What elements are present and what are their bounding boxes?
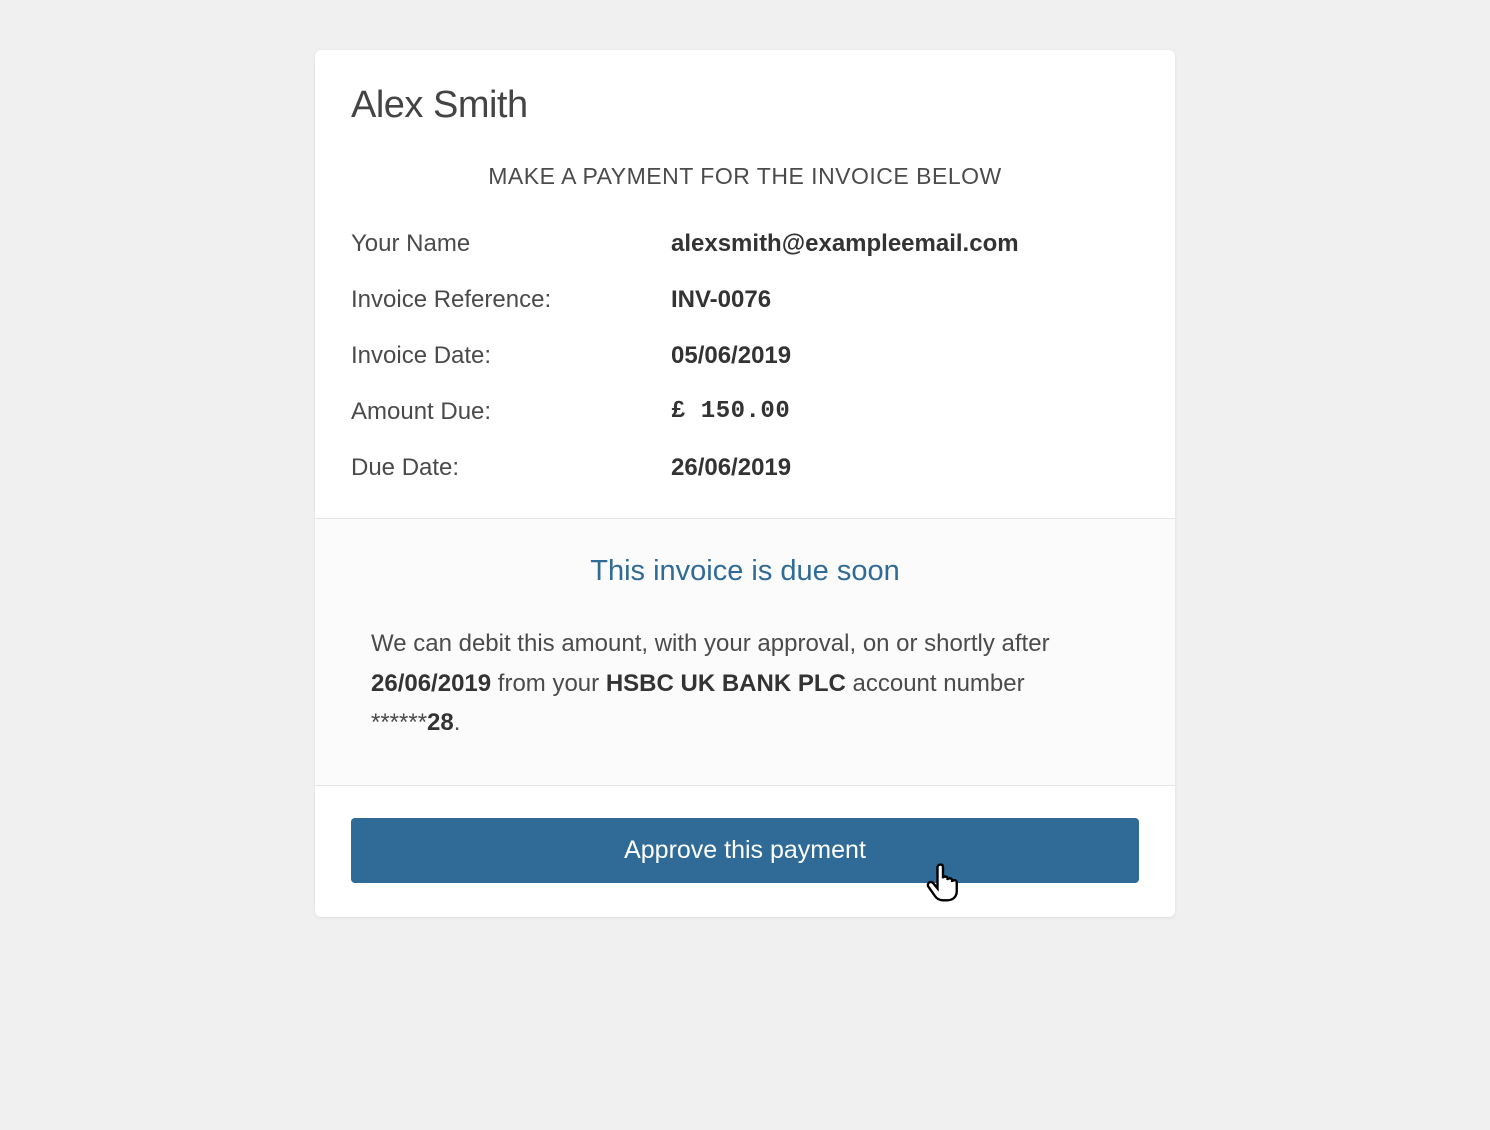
account-mask: ******: [371, 709, 427, 736]
due-date-value: 26/06/2019: [671, 454, 1139, 482]
invoice-date-label: Invoice Date:: [351, 342, 671, 370]
invoice-date-value: 05/06/2019: [671, 342, 1139, 370]
invoice-reference-label: Invoice Reference:: [351, 286, 671, 314]
status-description: We can debit this amount, with your appr…: [351, 624, 1139, 743]
action-section: Approve this payment: [315, 785, 1175, 917]
status-text-part: .: [454, 709, 461, 736]
invoice-details-grid: Your Name alexsmith@exampleemail.com Inv…: [351, 230, 1139, 482]
invoice-details-section: Alex Smith MAKE A PAYMENT FOR THE INVOIC…: [315, 50, 1175, 518]
due-date-label: Due Date:: [351, 454, 671, 482]
debit-date: 26/06/2019: [371, 670, 491, 697]
status-text-part: We can debit this amount, with your appr…: [371, 630, 1050, 657]
amount-due-value: £ 150.00: [671, 398, 1139, 426]
your-name-value: alexsmith@exampleemail.com: [671, 230, 1139, 258]
status-section: This invoice is due soon We can debit th…: [315, 518, 1175, 785]
account-last-digits: 28: [427, 709, 454, 736]
invoice-reference-value: INV-0076: [671, 286, 1139, 314]
instruction-text: MAKE A PAYMENT FOR THE INVOICE BELOW: [351, 163, 1139, 190]
customer-name: Alex Smith: [351, 84, 1139, 127]
bank-name: HSBC UK BANK PLC: [606, 670, 846, 697]
status-text-part: account number: [846, 670, 1025, 697]
amount-due-label: Amount Due:: [351, 398, 671, 426]
status-text-part: from your: [491, 670, 606, 697]
status-title: This invoice is due soon: [351, 555, 1139, 588]
your-name-label: Your Name: [351, 230, 671, 258]
approve-payment-button[interactable]: Approve this payment: [351, 818, 1139, 883]
payment-card: Alex Smith MAKE A PAYMENT FOR THE INVOIC…: [315, 50, 1175, 917]
